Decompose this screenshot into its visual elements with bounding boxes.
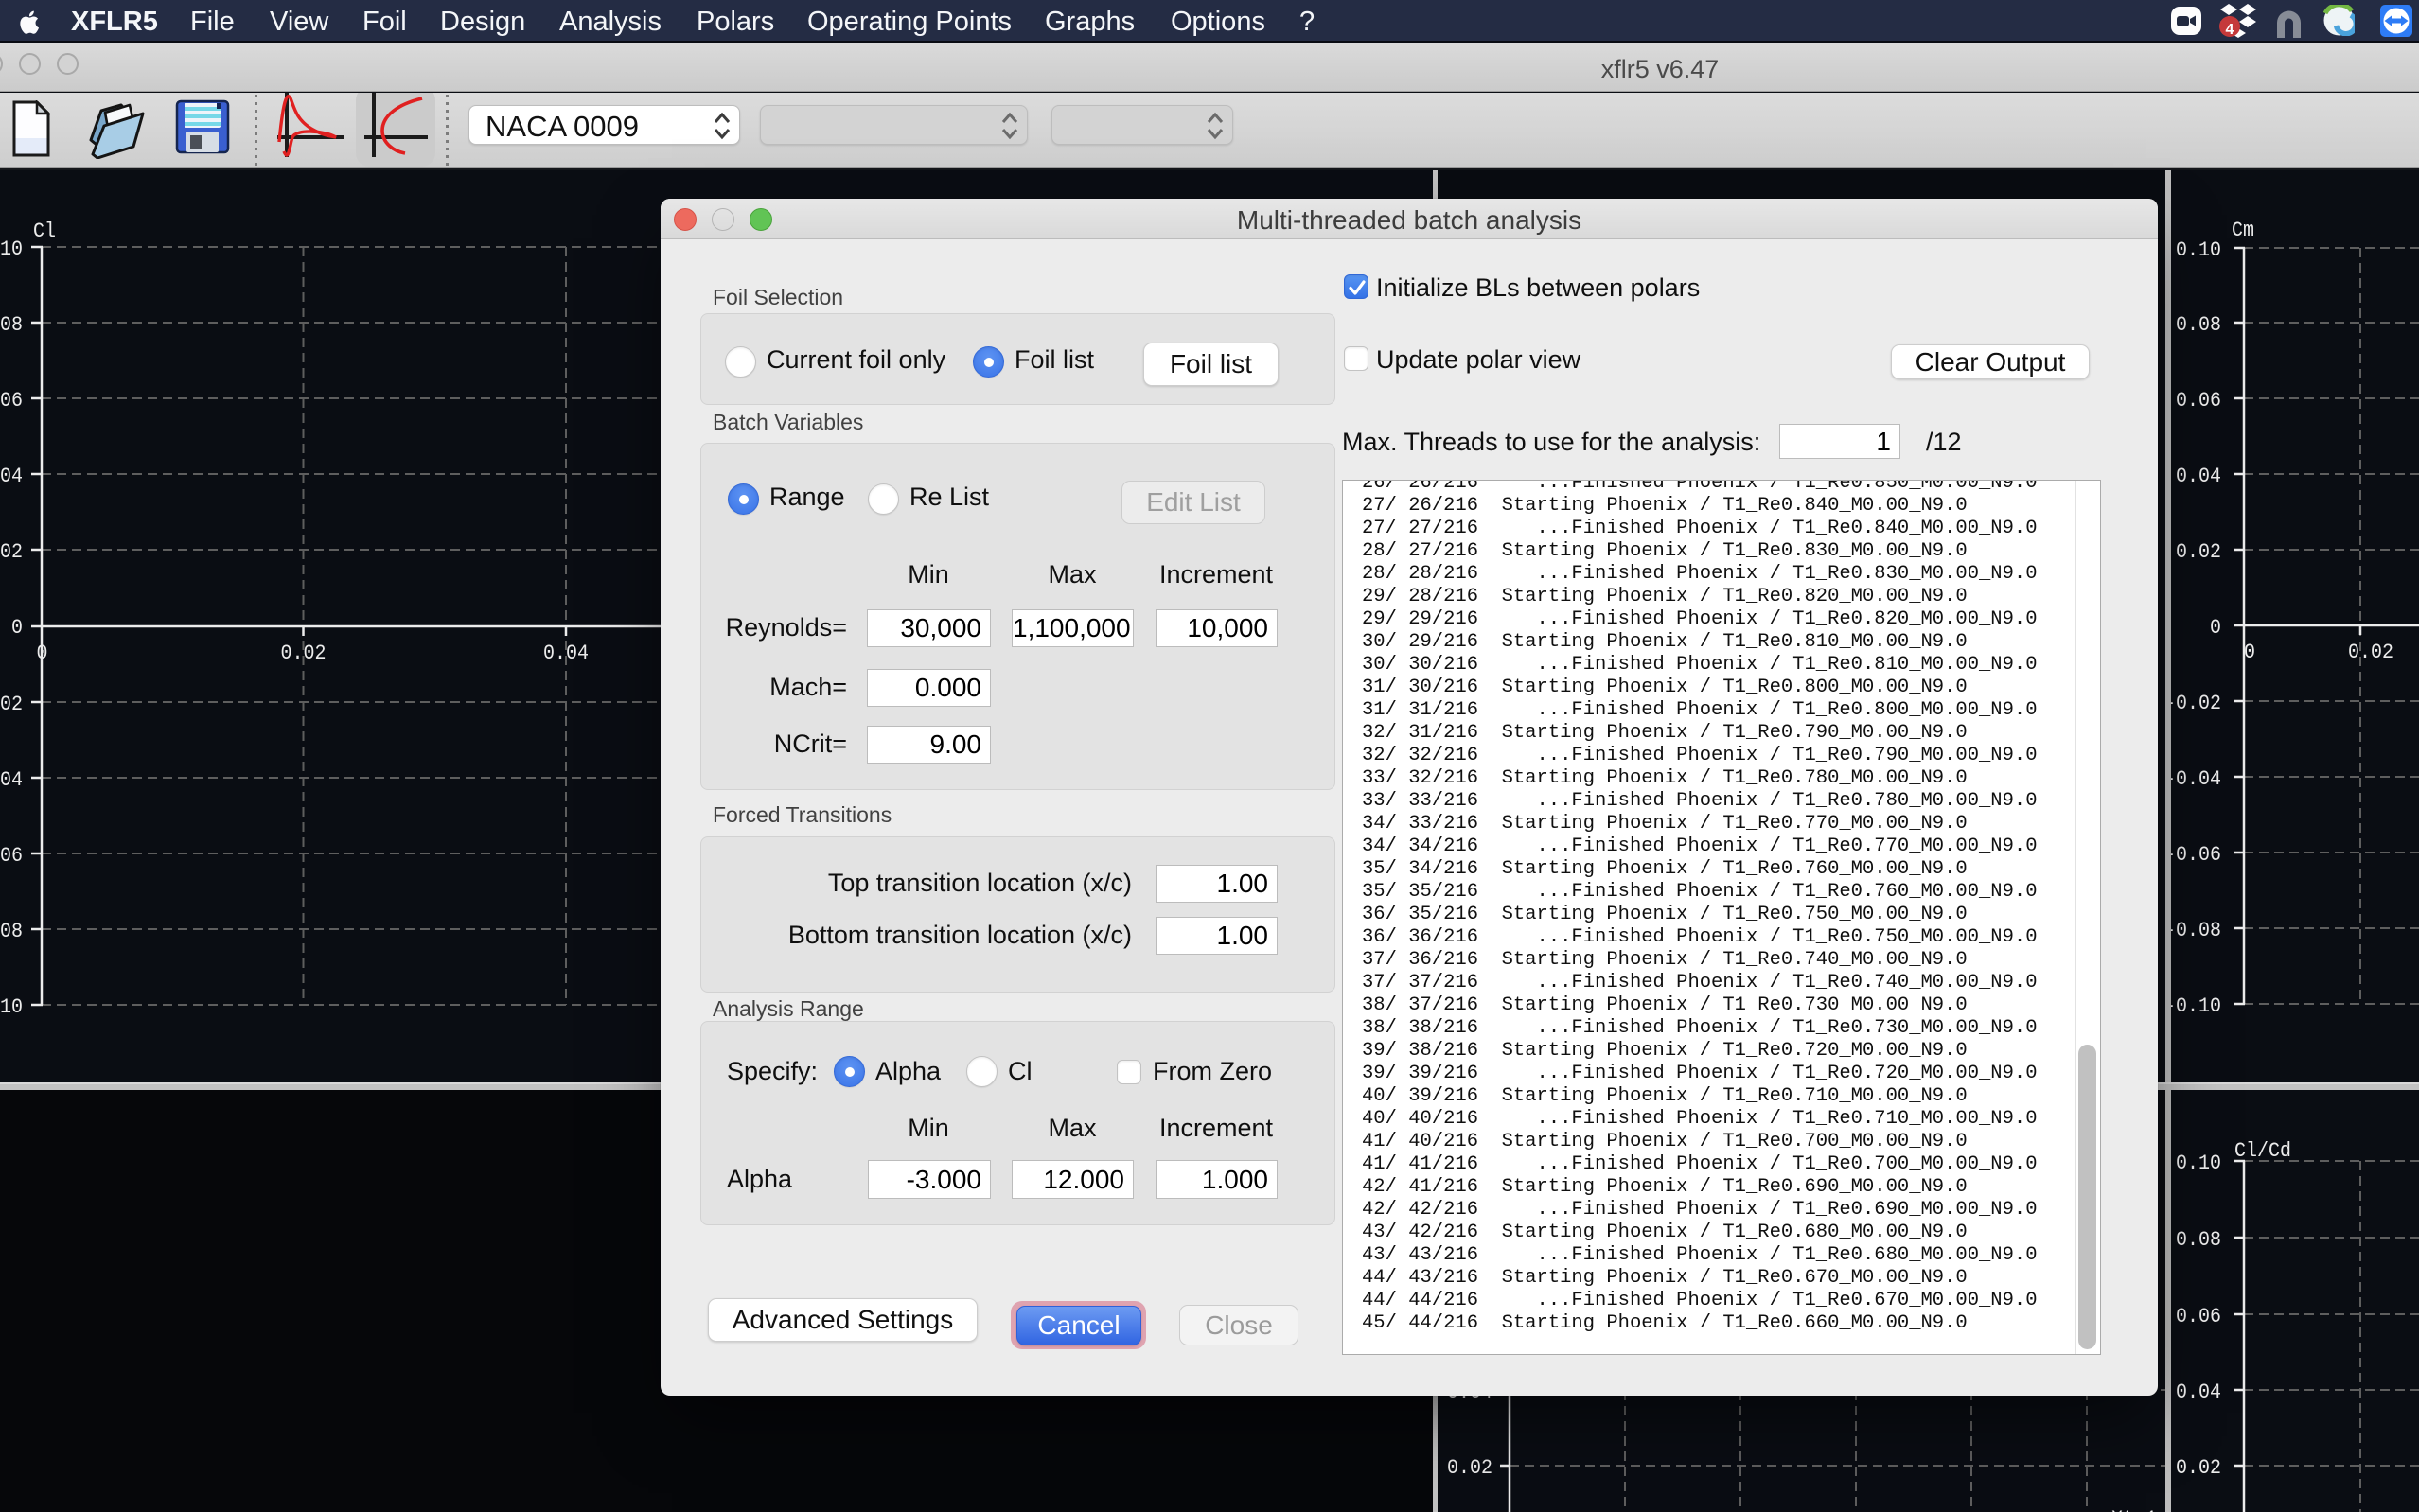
svg-text:-0.02: -0.02	[0, 692, 23, 716]
svg-text:-0.02: -0.02	[2164, 691, 2221, 715]
svg-text:0.04: 0.04	[543, 641, 589, 665]
svg-text:0.08: 0.08	[2176, 1227, 2221, 1252]
svg-text:-0.10: -0.10	[2164, 993, 2221, 1018]
svg-text:0.10: 0.10	[2176, 1151, 2221, 1175]
svg-text:0.04: 0.04	[0, 464, 23, 488]
svg-text:-0.10: -0.10	[0, 994, 23, 1019]
svg-text:0.02: 0.02	[0, 539, 23, 564]
svg-text:Cm: Cm	[2232, 218, 2254, 242]
svg-text:-0.08: -0.08	[2164, 918, 2221, 942]
svg-text:0.02: 0.02	[2176, 1455, 2221, 1480]
svg-text:Xtr1: Xtr1	[2111, 1506, 2157, 1512]
svg-text:0.06: 0.06	[0, 388, 23, 413]
svg-text:-0.08: -0.08	[0, 919, 23, 943]
svg-text:-0.04: -0.04	[0, 767, 23, 792]
svg-text:-0.04: -0.04	[2164, 766, 2221, 791]
svg-text:0.04: 0.04	[2176, 464, 2221, 488]
svg-text:0.10: 0.10	[0, 237, 23, 261]
svg-text:0.06: 0.06	[2176, 1304, 2221, 1328]
svg-text:Cl: Cl	[33, 219, 56, 243]
svg-text:0.08: 0.08	[0, 312, 23, 337]
svg-text:0.02: 0.02	[2348, 640, 2393, 664]
svg-text:0.08: 0.08	[2176, 312, 2221, 337]
svg-text:0: 0	[11, 615, 23, 640]
svg-text:-0.06: -0.06	[0, 843, 23, 868]
svg-text:0.10: 0.10	[2176, 237, 2221, 262]
svg-text:0.06: 0.06	[2176, 388, 2221, 413]
svg-text:0.02: 0.02	[281, 641, 327, 665]
svg-text:-0.06: -0.06	[2164, 842, 2221, 867]
svg-text:0.02: 0.02	[2176, 539, 2221, 564]
svg-text:0: 0	[2210, 615, 2221, 640]
svg-text:0: 0	[2244, 640, 2255, 664]
svg-text:Cl/Cd: Cl/Cd	[2234, 1138, 2291, 1163]
svg-text:0.02: 0.02	[1447, 1455, 1492, 1480]
svg-text:0.04: 0.04	[2176, 1380, 2221, 1404]
